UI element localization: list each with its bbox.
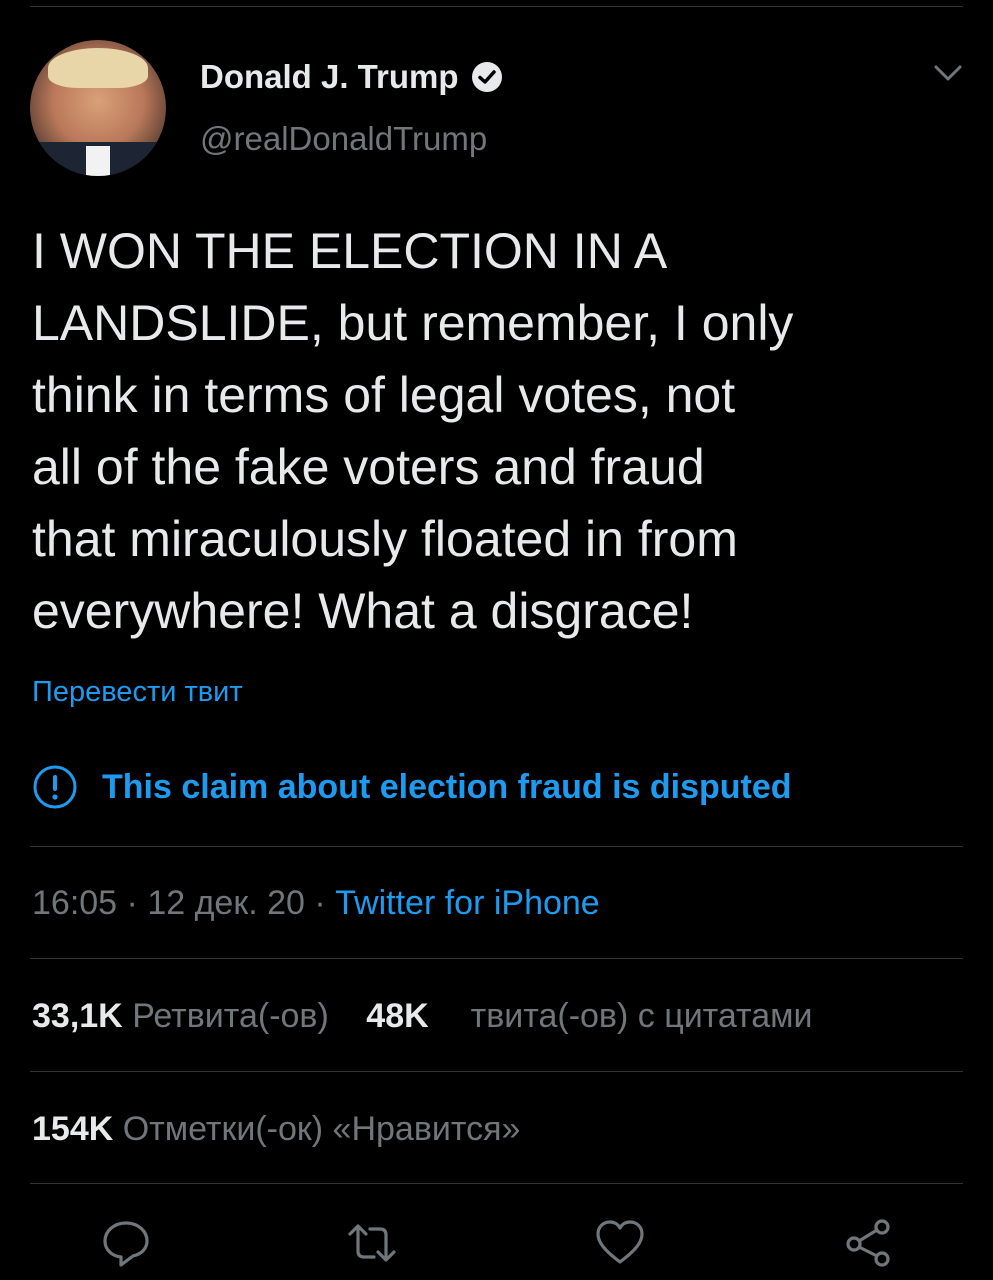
avatar[interactable] (30, 40, 166, 176)
exclamation-circle-icon (32, 764, 78, 810)
translate-tweet-link[interactable]: Перевести твит (32, 676, 243, 709)
tweet-meta: 16:05 · 12 дек. 20 · Twitter for iPhone (32, 884, 600, 923)
reply-icon[interactable] (100, 1217, 152, 1269)
top-divider (30, 6, 963, 7)
author-name-row[interactable]: Donald J. Trump (200, 58, 503, 96)
tweet-time: 16:05 (32, 884, 118, 922)
retweet-icon[interactable] (346, 1217, 398, 1269)
action-bar (0, 1215, 993, 1275)
divider (30, 846, 963, 847)
meta-separator: · (117, 884, 148, 922)
share-icon[interactable] (842, 1217, 894, 1269)
chevron-down-icon[interactable] (933, 62, 963, 84)
likes-count: 154K (32, 1110, 114, 1148)
retweets-count: 33,1K (32, 997, 123, 1035)
tweet-text: I WON THE ELECTION IN A LANDSLIDE, but r… (32, 223, 794, 639)
retweets-label: Ретвита(-ов) (132, 997, 329, 1035)
dispute-label[interactable]: This claim about election fraud is dispu… (102, 768, 792, 807)
avatar-shirt (86, 146, 110, 176)
likes-label: Отметки(-ок) «Нравится» (122, 1110, 521, 1148)
heart-icon[interactable] (594, 1217, 646, 1269)
likes-stats[interactable]: 154K Отметки(-ок) «Нравится» (32, 1110, 520, 1149)
divider (30, 958, 963, 959)
author-handle[interactable]: @realDonaldTrump (200, 120, 487, 158)
tweet-source-link[interactable]: Twitter for iPhone (335, 884, 600, 922)
tweet-date: 12 дек. 20 (147, 884, 305, 922)
quotes-stat[interactable]: 48K твита(-ов) с цитатами (366, 997, 812, 1035)
quotes-count: 48K (366, 997, 429, 1035)
verified-badge-icon (471, 61, 503, 93)
meta-separator: · (304, 884, 336, 922)
dispute-notice[interactable]: This claim about election fraud is dispu… (32, 764, 792, 810)
divider (30, 1183, 963, 1184)
avatar-hair (48, 48, 148, 88)
retweets-stat[interactable]: 33,1K Ретвита(-ов) (32, 997, 329, 1035)
author-display-name[interactable]: Donald J. Trump (200, 58, 459, 96)
divider (30, 1071, 963, 1072)
quotes-label: твита(-ов) с цитатами (470, 997, 813, 1035)
retweet-quote-stats: 33,1K Ретвита(-ов) 48K твита(-ов) с цитат… (32, 997, 813, 1036)
